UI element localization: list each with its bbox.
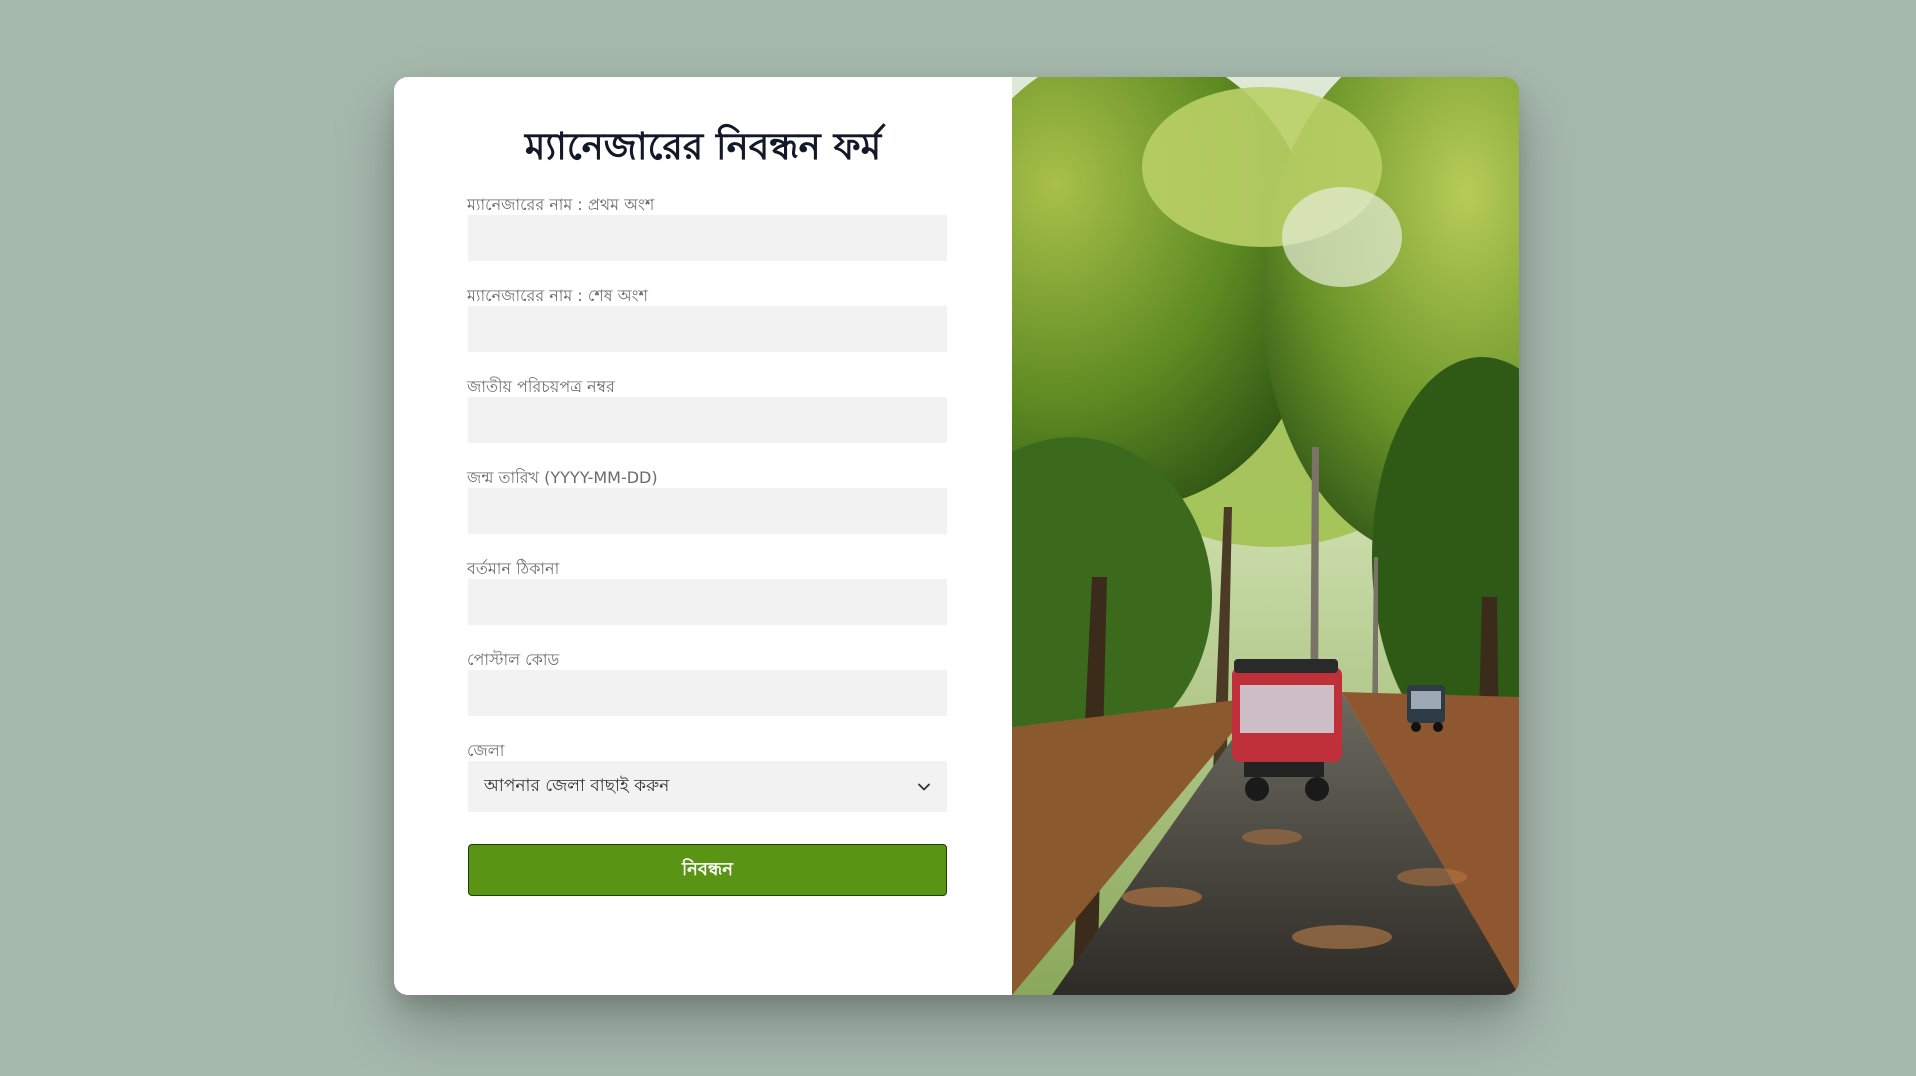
address-label: বর্তমান ঠিকানা bbox=[467, 559, 560, 578]
first-name-field: ম্যানেজারের নাম : প্রথম অংশ bbox=[467, 194, 947, 261]
postal-code-field: পোস্টাল কোড bbox=[467, 649, 947, 716]
chevron-down-icon bbox=[917, 780, 931, 794]
district-label: জেলা bbox=[467, 741, 505, 760]
last-name-label: ম্যানেজারের নাম : শেষ অংশ bbox=[467, 286, 648, 305]
last-name-field: ম্যানেজারের নাম : শেষ অংশ bbox=[467, 285, 947, 352]
form-title: ম্যানেজারের নিবন্ধন ফর্ম bbox=[524, 124, 882, 168]
national-id-input[interactable] bbox=[468, 397, 947, 443]
registration-form: ম্যানেজারের নিবন্ধন ফর্ম ম্যানেজারের নাম… bbox=[394, 77, 1012, 995]
first-name-label: ম্যানেজারের নাম : প্রথম অংশ bbox=[467, 195, 655, 214]
district-select[interactable]: আপনার জেলা বাছাই করুন bbox=[468, 761, 947, 812]
first-name-input[interactable] bbox=[468, 215, 947, 261]
birth-date-input[interactable] bbox=[468, 488, 947, 534]
last-name-input[interactable] bbox=[468, 306, 947, 352]
postal-code-input[interactable] bbox=[468, 670, 947, 716]
district-select-value: আপনার জেলা বাছাই করুন bbox=[484, 775, 670, 796]
national-id-field: জাতীয় পরিচয়পত্র নম্বর bbox=[467, 376, 947, 443]
birth-date-field: জন্ম তারিখ (YYYY-MM-DD) bbox=[467, 467, 947, 534]
address-field: বর্তমান ঠিকানা bbox=[467, 558, 947, 625]
register-button[interactable]: নিবন্ধন bbox=[468, 844, 947, 896]
registration-card: ম্যানেজারের নিবন্ধন ফর্ম ম্যানেজারের নাম… bbox=[394, 77, 1519, 995]
road-illustration bbox=[1012, 77, 1519, 995]
tree-lined-road-photo bbox=[1012, 77, 1519, 995]
address-input[interactable] bbox=[468, 579, 947, 625]
national-id-label: জাতীয় পরিচয়পত্র নম্বর bbox=[467, 377, 615, 396]
district-field: জেলা আপনার জেলা বাছাই করুন bbox=[467, 740, 947, 812]
birth-date-label: জন্ম তারিখ (YYYY-MM-DD) bbox=[467, 468, 658, 487]
postal-code-label: পোস্টাল কোড bbox=[467, 650, 560, 669]
